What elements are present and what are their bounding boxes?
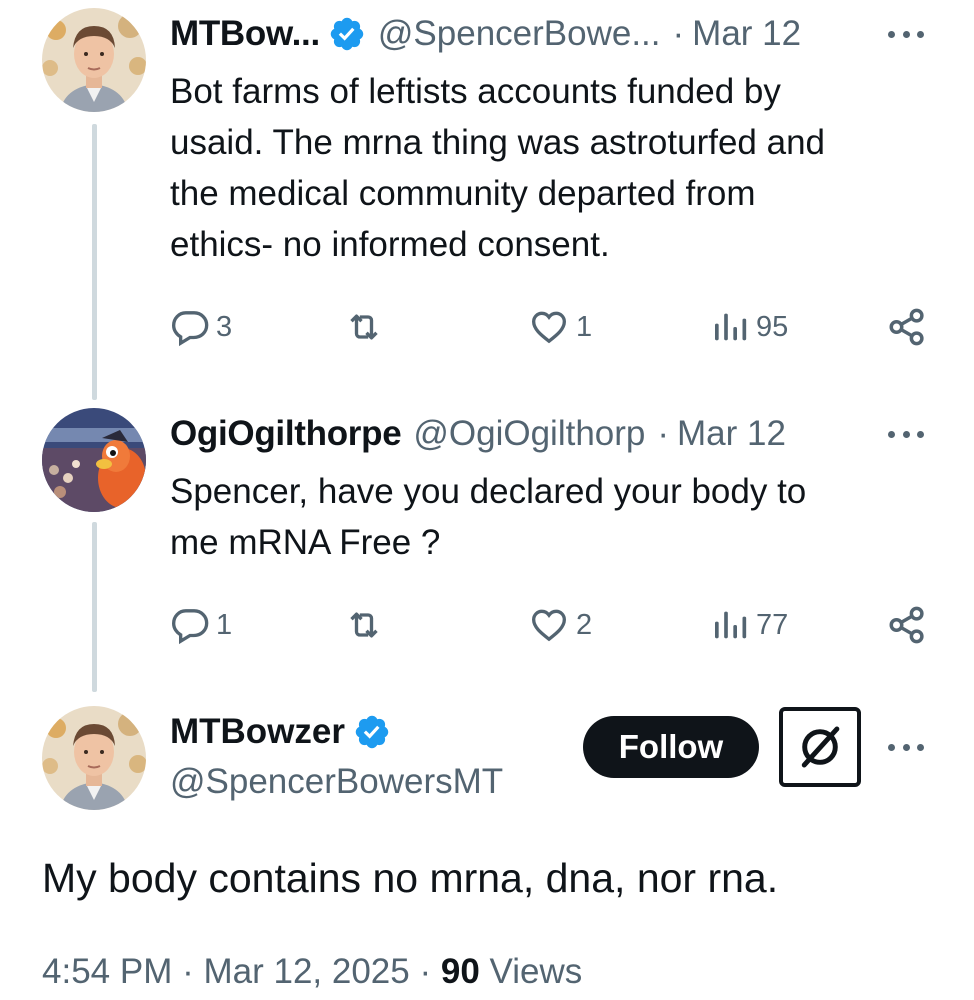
grok-icon <box>801 726 840 768</box>
verified-badge-icon <box>328 15 366 53</box>
more-icon[interactable] <box>884 737 928 757</box>
views-label: Views <box>489 952 583 991</box>
tweet-text-line: usaid. The mrna thing was astroturfed an… <box>170 123 826 162</box>
avatar[interactable] <box>42 706 146 810</box>
views-count: 77 <box>756 608 789 641</box>
more-icon[interactable] <box>884 424 928 444</box>
views-count: 95 <box>756 310 789 343</box>
reply-button[interactable]: 3 <box>170 305 232 349</box>
separator-dot: · <box>182 952 194 991</box>
share-icon <box>889 308 924 346</box>
repost-button[interactable] <box>342 305 392 349</box>
more-icon[interactable] <box>884 24 928 44</box>
like-count: 1 <box>576 310 593 343</box>
like-button[interactable]: 2 <box>528 603 592 647</box>
views-button[interactable]: 95 <box>710 305 788 349</box>
share-icon <box>889 606 924 644</box>
reply-button[interactable]: 1 <box>170 603 232 647</box>
thread-connector-line <box>92 124 97 400</box>
tweet-text: Spencer, have you declared your body to … <box>170 466 940 568</box>
main-tweet-author: MTBowzer <box>170 712 391 752</box>
tweet-header: MTBow... @SpencerBowe... · Mar 12 <box>170 14 801 54</box>
repost-icon <box>350 314 378 340</box>
like-icon <box>531 311 567 344</box>
like-button[interactable]: 1 <box>528 305 592 349</box>
tweet-text-line: ethics- no informed consent. <box>170 225 610 264</box>
thread-connector-line <box>92 522 97 692</box>
avatar[interactable] <box>42 408 146 512</box>
user-handle[interactable]: @OgiOgilthorp <box>413 414 645 454</box>
follow-button[interactable]: Follow <box>583 716 759 778</box>
tweet-text-line: me mRNA Free ? <box>170 523 441 562</box>
display-name[interactable]: MTBowzer <box>170 712 345 752</box>
reply-icon <box>171 609 209 645</box>
tweet-text: Bot farms of leftists accounts funded by… <box>170 66 940 270</box>
display-name[interactable]: MTBow... <box>170 14 320 54</box>
reply-count: 1 <box>216 608 233 641</box>
like-icon <box>531 609 567 642</box>
tweet-actions-bar: 1 2 77 <box>170 603 930 647</box>
repost-button[interactable] <box>342 603 392 647</box>
tweet-timestamp[interactable]: 4:54 PM <box>42 952 172 991</box>
separator-dot: · <box>657 414 670 453</box>
reply-icon <box>171 311 209 347</box>
separator-dot: · <box>672 14 685 53</box>
main-tweet-text: My body contains no mrna, dna, nor rna. <box>42 855 779 901</box>
share-button[interactable] <box>886 305 928 349</box>
like-count: 2 <box>576 608 593 641</box>
tweet-text-line: Bot farms of leftists accounts funded by <box>170 72 781 111</box>
views-button[interactable]: 77 <box>710 603 788 647</box>
tweet-time[interactable]: Mar 12 <box>677 414 786 454</box>
tweet-date[interactable]: Mar 12, 2025 <box>203 952 409 991</box>
tweet-text-line: Spencer, have you declared your body to <box>170 472 807 511</box>
views-icon <box>715 313 747 341</box>
tweet-text-line: the medical community departed from <box>170 174 756 213</box>
repost-icon <box>350 612 378 638</box>
display-name[interactable]: OgiOgilthorpe <box>170 414 402 454</box>
separator-dot: · <box>419 952 432 991</box>
views-icon <box>715 611 747 639</box>
tweet-time[interactable]: Mar 12 <box>692 14 801 54</box>
share-button[interactable] <box>886 603 928 647</box>
user-handle[interactable]: @SpencerBowe... <box>378 14 661 54</box>
verified-badge-icon <box>353 713 391 751</box>
views-count: 90 <box>440 952 480 991</box>
grok-button[interactable] <box>779 707 861 787</box>
tweet-actions-bar: 3 1 95 <box>170 305 930 349</box>
avatar[interactable] <box>42 8 146 112</box>
reply-count: 3 <box>216 310 233 343</box>
user-handle[interactable]: @SpencerBowersMT <box>170 762 503 802</box>
tweet-header: OgiOgilthorpe @OgiOgilthorp · Mar 12 <box>170 414 786 454</box>
tweet-meta: 4:54 PM · Mar 12, 2025 · 90 Views <box>42 950 582 994</box>
